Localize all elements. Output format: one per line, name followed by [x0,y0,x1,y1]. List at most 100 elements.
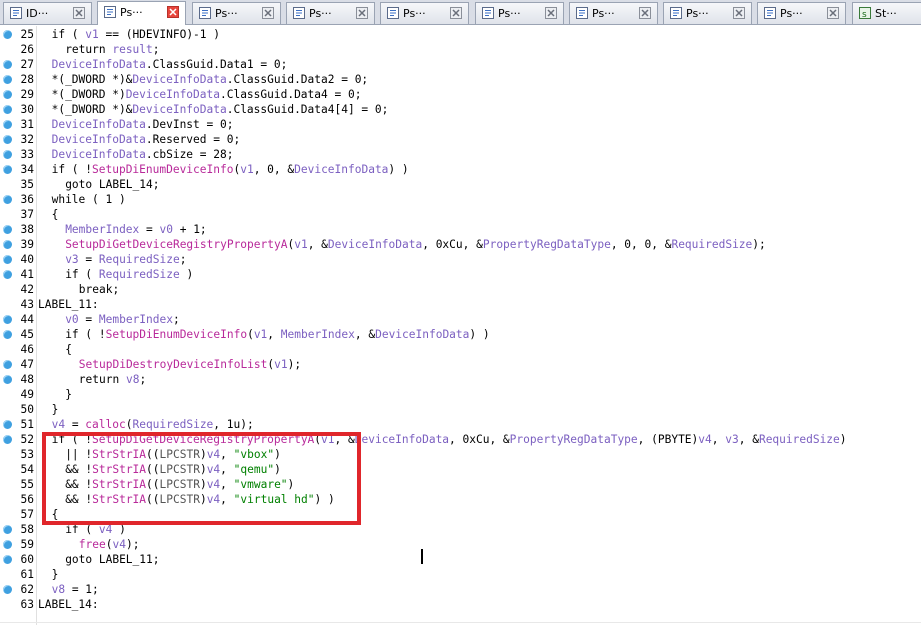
code-line[interactable]: 34 if ( !SetupDiEnumDeviceInfo(v1, 0, &De… [0,162,921,177]
breakpoint-dot-icon[interactable] [3,255,12,264]
code-line[interactable]: 60 goto LABEL_11; [0,552,921,567]
tab-5[interactable]: Ps··· [475,2,564,24]
code-line[interactable]: 32 DeviceInfoData.Reserved = 0; [0,132,921,147]
breakpoint-dot-icon[interactable] [3,240,12,249]
breakpoint-dot-icon[interactable] [3,540,12,549]
line-number: 62 [20,583,34,596]
close-icon[interactable] [639,7,651,19]
code-line[interactable]: 47 SetupDiDestroyDeviceInfoList(v1); [0,357,921,372]
close-icon[interactable] [356,7,368,19]
code-token: + 1; [172,223,207,236]
breakpoint-dot-icon[interactable] [3,60,12,69]
close-icon[interactable] [262,7,274,19]
code-token: .ClassGuid.Data4 = 0; [219,88,362,101]
tab-1[interactable]: Ps··· [97,1,186,25]
code-token: *(_DWORD *) [51,88,126,101]
code-line[interactable]: 59 free(v4); [0,537,921,552]
code-token: RequiredSize [98,253,180,266]
breakpoint-dot-icon[interactable] [3,225,12,234]
tab-6[interactable]: Ps··· [569,2,658,24]
tab-8[interactable]: Ps··· [757,2,846,24]
close-icon[interactable] [827,7,839,19]
code-line[interactable]: 37 { [0,207,921,222]
code-line[interactable]: 62 v8 = 1; [0,582,921,597]
code-line[interactable]: 30 *(_DWORD *)&DeviceInfoData.ClassGuid.D… [0,102,921,117]
code-token: goto LABEL_11; [65,553,160,566]
tab-7[interactable]: Ps··· [663,2,752,24]
breakpoint-dot-icon[interactable] [3,360,12,369]
tab-2[interactable]: Ps··· [192,2,281,24]
code-token: , [711,433,726,446]
code-line[interactable]: 40 v3 = RequiredSize; [0,252,921,267]
code-line[interactable]: 46 { [0,342,921,357]
code-line[interactable]: 31 DeviceInfoData.DevInst = 0; [0,117,921,132]
tab-label: Ps··· [498,7,521,20]
breakpoint-dot-icon[interactable] [3,90,12,99]
code-line[interactable]: 43 LABEL_11: [0,297,921,312]
breakpoint-dot-icon[interactable] [3,315,12,324]
breakpoint-dot-icon[interactable] [3,120,12,129]
code-line[interactable]: 36 while ( 1 ) [0,192,921,207]
code-token: v4 [698,433,712,446]
close-icon[interactable] [450,7,462,19]
tab-label: Ps··· [686,7,709,20]
code-line[interactable]: 50} [0,402,921,417]
tab-3[interactable]: Ps··· [286,2,375,24]
code-line[interactable]: 29 *(_DWORD *)DeviceInfoData.ClassGuid.Da… [0,87,921,102]
code-token: *(_DWORD *)& [51,73,133,86]
code-line[interactable]: 25 if ( v1 == (HDEVINFO)-1 ) [0,27,921,42]
code-text: if ( !SetupDiEnumDeviceInfo(v1, 0, &Devi… [52,162,409,177]
breakpoint-dot-icon[interactable] [3,75,12,84]
code-token: while ( 1 ) [51,193,126,206]
code-line[interactable]: 39 SetupDiGetDeviceRegistryPropertyA(v1, … [0,237,921,252]
code-token: MemberIndex [65,223,140,236]
code-line[interactable]: 44 v0 = MemberIndex; [0,312,921,327]
code-token: .ClassGuid.Data1 = 0; [145,58,288,71]
code-line[interactable]: 41 if ( RequiredSize ) [0,267,921,282]
breakpoint-dot-icon[interactable] [3,330,12,339]
breakpoint-dot-icon[interactable] [3,150,12,159]
code-line[interactable]: 63 LABEL_14: [0,597,921,612]
code-token: } [65,388,72,401]
code-token: v1 [85,28,99,41]
code-line[interactable]: 48 return v8; [0,372,921,387]
breakpoint-dot-icon[interactable] [3,375,12,384]
code-line[interactable]: 27 DeviceInfoData.ClassGuid.Data1 = 0; [0,57,921,72]
code-line[interactable]: 49} [0,387,921,402]
breakpoint-dot-icon[interactable] [3,165,12,174]
tab-4[interactable]: Ps··· [380,2,469,24]
code-line[interactable]: 45 if ( !SetupDiEnumDeviceInfo(v1, Member… [0,327,921,342]
code-line[interactable]: 42 break; [0,282,921,297]
tab-label: Ps··· [780,7,803,20]
breakpoint-dot-icon[interactable] [3,30,12,39]
breakpoint-dot-icon[interactable] [3,435,12,444]
code-line[interactable]: 26 return result; [0,42,921,57]
code-text: LABEL_11: [38,297,99,312]
breakpoint-dot-icon[interactable] [3,105,12,114]
breakpoint-dot-icon[interactable] [3,420,12,429]
close-icon[interactable] [733,7,745,19]
close-icon[interactable] [73,7,85,19]
breakpoint-dot-icon[interactable] [3,555,12,564]
tab-0[interactable]: ID··· [3,2,92,24]
line-number: 47 [20,358,34,371]
code-line[interactable]: 35 goto LABEL_14; [0,177,921,192]
code-line[interactable]: 61} [0,567,921,582]
breakpoint-dot-icon[interactable] [3,525,12,534]
breakpoint-dot-icon[interactable] [3,195,12,204]
breakpoint-dot-icon[interactable] [3,270,12,279]
code-line[interactable]: 38 MemberIndex = v0 + 1; [0,222,921,237]
breakpoint-dot-icon[interactable] [3,135,12,144]
tab-9[interactable]: s St··· [852,2,921,24]
code-line[interactable]: 28 *(_DWORD *)&DeviceInfoData.ClassGuid.D… [0,72,921,87]
code-text: *(_DWORD *)&DeviceInfoData.ClassGuid.Dat… [52,72,369,87]
code-text: return result; [65,42,159,57]
breakpoint-dot-icon[interactable] [3,585,12,594]
close-icon[interactable] [545,7,557,19]
code-line[interactable]: 51 v4 = calloc(RequiredSize, 1u); [0,417,921,432]
code-line[interactable]: 33 DeviceInfoData.cbSize = 28; [0,147,921,162]
code-text: if ( v1 == (HDEVINFO)-1 ) [52,27,220,42]
close-icon[interactable] [167,6,179,18]
code-token: v1 [294,238,308,251]
code-text: while ( 1 ) [52,192,126,207]
